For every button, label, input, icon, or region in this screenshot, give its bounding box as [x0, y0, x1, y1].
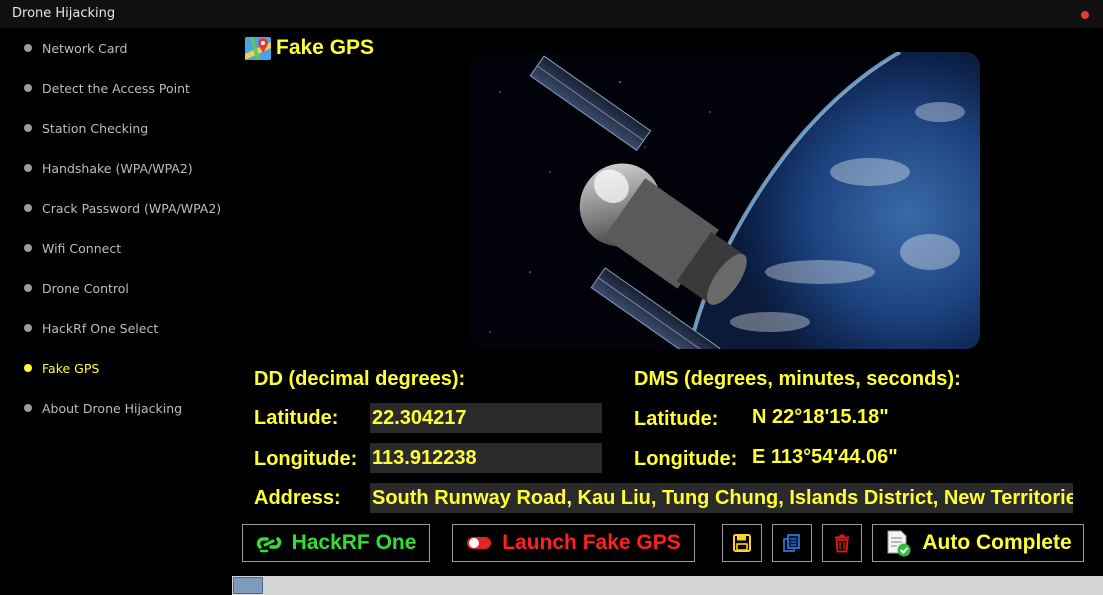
satellite-earth-illustration [470, 52, 980, 349]
dd-latitude-input[interactable]: 22.304217 [370, 403, 602, 433]
horizontal-scrollbar[interactable] [232, 576, 1103, 595]
sidebar-item-label: HackRf One Select [42, 320, 159, 336]
save-button[interactable] [722, 524, 762, 562]
sidebar-item-handshake[interactable]: Handshake (WPA/WPA2) [24, 158, 193, 178]
hackrf-one-button[interactable]: HackRF One [242, 524, 430, 562]
sidebar-item-network-card[interactable]: Network Card [24, 38, 127, 58]
window-title: Drone Hijacking [12, 6, 116, 21]
sidebar-item-label: Wifi Connect [42, 240, 122, 256]
dd-latitude-label: Latitude: [254, 407, 339, 429]
dd-heading: DD (decimal degrees): [254, 368, 466, 390]
sidebar-item-label: Detect the Access Point [42, 80, 190, 96]
dms-longitude-value: E 113°54'44.06" [752, 446, 898, 468]
sidebar-item-label: About Drone Hijacking [42, 400, 183, 416]
sidebar-item-label: Crack Password (WPA/WPA2) [42, 200, 222, 216]
sidebar-item-hackrf-select[interactable]: HackRf One Select [24, 318, 158, 338]
map-pin-icon [245, 37, 271, 60]
delete-button[interactable] [822, 524, 862, 562]
dd-longitude-input[interactable]: 113.912238 [370, 443, 602, 473]
sidebar-item-label: Station Checking [42, 120, 149, 136]
dms-longitude-label: Longitude: [634, 448, 738, 470]
close-window-button[interactable] [1081, 11, 1089, 19]
auto-complete-label: Auto Complete [922, 531, 1072, 554]
sidebar-item-detect-access-point[interactable]: Detect the Access Point [24, 78, 190, 98]
launch-fake-gps-button[interactable]: Launch Fake GPS [452, 524, 695, 562]
bullet-icon [24, 244, 32, 252]
sidebar-item-label: Handshake (WPA/WPA2) [42, 160, 193, 176]
page-title-text: Fake GPS [276, 36, 375, 59]
bullet-icon [24, 84, 32, 92]
bullet-icon [24, 284, 32, 292]
dms-latitude-value: N 22°18'15.18" [752, 406, 889, 428]
sidebar-item-fake-gps[interactable]: Fake GPS [24, 358, 99, 378]
dms-latitude-label: Latitude: [634, 408, 719, 430]
page-title: Fake GPS [244, 34, 374, 62]
window-titlebar: Drone Hijacking [0, 0, 1103, 28]
copy-button[interactable] [772, 524, 812, 562]
address-label: Address: [254, 487, 341, 509]
dms-heading: DMS (degrees, minutes, seconds): [634, 368, 961, 390]
dd-longitude-label: Longitude: [254, 448, 358, 470]
bullet-icon [24, 324, 32, 332]
sidebar-item-label: Fake GPS [42, 360, 100, 376]
bullet-icon [24, 164, 32, 172]
document-check-icon [887, 530, 911, 557]
satellite-image [470, 52, 980, 349]
launch-fake-gps-label: Launch Fake GPS [502, 531, 681, 554]
sidebar-item-crack-password[interactable]: Crack Password (WPA/WPA2) [24, 198, 221, 218]
bullet-icon [24, 404, 32, 412]
toggle-icon [467, 537, 492, 549]
link-icon [256, 537, 281, 553]
sidebar-item-station-checking[interactable]: Station Checking [24, 118, 148, 138]
sidebar-item-label: Network Card [42, 40, 128, 56]
sidebar-item-wifi-connect[interactable]: Wifi Connect [24, 238, 121, 258]
bullet-icon [24, 44, 32, 52]
bullet-icon [24, 204, 32, 212]
sidebar-item-label: Drone Control [42, 280, 129, 296]
sidebar-nav: Network Card Detect the Access Point Sta… [0, 28, 232, 595]
bullet-icon [24, 124, 32, 132]
trash-icon [835, 534, 849, 553]
auto-complete-button[interactable]: Auto Complete [872, 524, 1084, 562]
sidebar-item-about[interactable]: About Drone Hijacking [24, 398, 182, 418]
sidebar-item-drone-control[interactable]: Drone Control [24, 278, 129, 298]
hackrf-one-label: HackRF One [291, 531, 417, 554]
copy-icon [783, 534, 800, 552]
address-input[interactable]: South Runway Road, Kau Liu, Tung Chung, … [370, 483, 1073, 513]
bullet-icon [24, 364, 32, 372]
scrollbar-thumb[interactable] [233, 577, 263, 594]
floppy-disk-icon [733, 534, 751, 552]
